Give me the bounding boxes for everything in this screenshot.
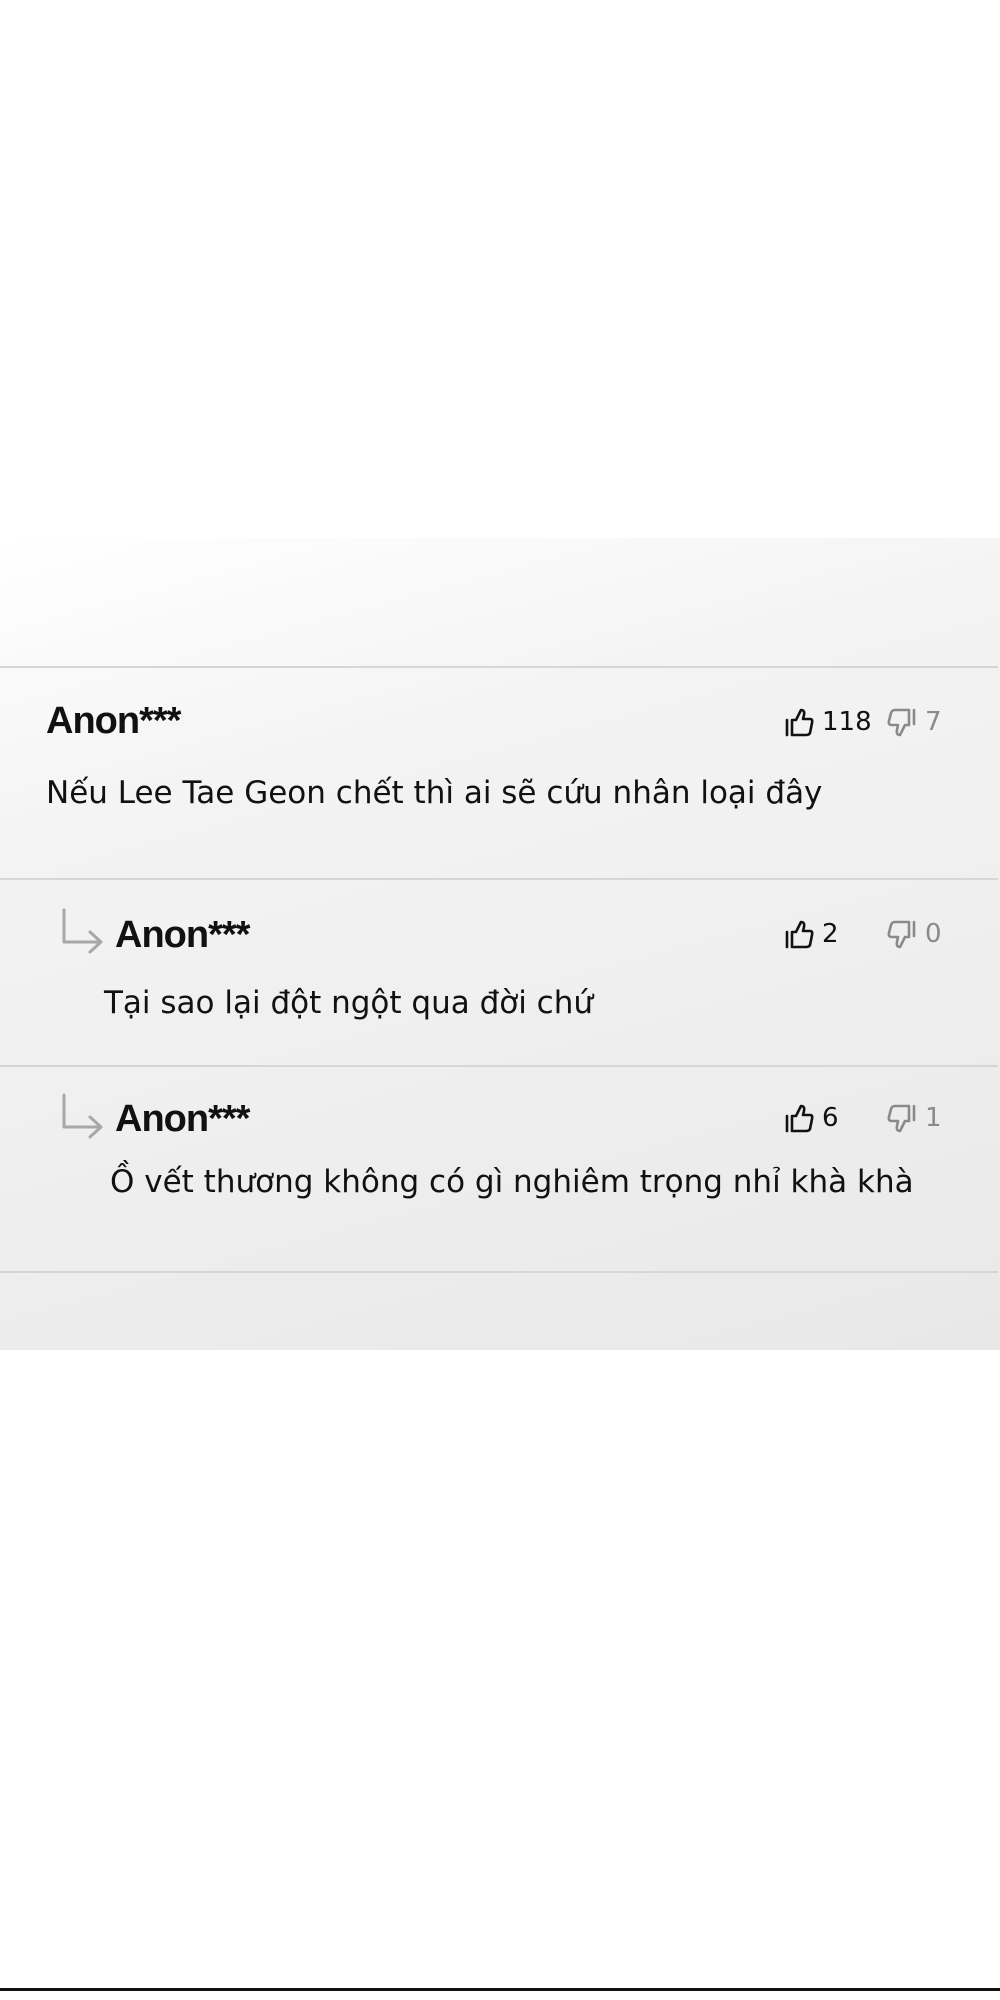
like-button[interactable]: 118 — [784, 702, 872, 742]
comment-author[interactable]: Anon*** — [46, 700, 181, 743]
comment-divider — [0, 878, 998, 880]
comment-text: Tại sao lại đột ngột qua đời chứ — [104, 985, 594, 1021]
like-count: 6 — [822, 1103, 839, 1133]
dislike-button[interactable]: 7 — [887, 702, 942, 742]
comment-divider — [0, 1271, 998, 1273]
dislike-button[interactable]: 0 — [887, 914, 942, 954]
reply-arrow-icon — [62, 1093, 103, 1139]
like-button[interactable]: 2 — [784, 914, 839, 954]
dislike-count: 1 — [925, 1103, 942, 1133]
like-count: 118 — [822, 707, 872, 737]
comment-author[interactable]: Anon*** — [115, 1098, 250, 1141]
thumbs-down-icon — [887, 708, 916, 737]
thumbs-down-icon — [887, 920, 916, 949]
dislike-button[interactable]: 1 — [887, 1098, 942, 1138]
comment-text: Ồ vết thương không có gì nghiêm trọng nh… — [110, 1164, 914, 1200]
bottom-border — [0, 1988, 1000, 1991]
like-button[interactable]: 6 — [784, 1098, 839, 1138]
comment-text: Nếu Lee Tae Geon chết thì ai sẽ cứu nhân… — [46, 775, 823, 811]
comments-panel: Anon*** 118 7 Nếu Lee Tae Geon chết thì … — [0, 538, 1000, 1350]
dislike-count: 7 — [925, 707, 942, 737]
comment-author[interactable]: Anon*** — [115, 914, 250, 957]
dislike-count: 0 — [925, 919, 942, 949]
like-count: 2 — [822, 919, 839, 949]
thumbs-down-icon — [887, 1104, 916, 1133]
reply-arrow-icon — [62, 908, 103, 954]
thumbs-up-icon — [785, 1104, 814, 1133]
comment-divider — [0, 1065, 998, 1067]
thumbs-up-icon — [785, 708, 814, 737]
comment-divider — [0, 666, 998, 668]
thumbs-up-icon — [785, 920, 814, 949]
